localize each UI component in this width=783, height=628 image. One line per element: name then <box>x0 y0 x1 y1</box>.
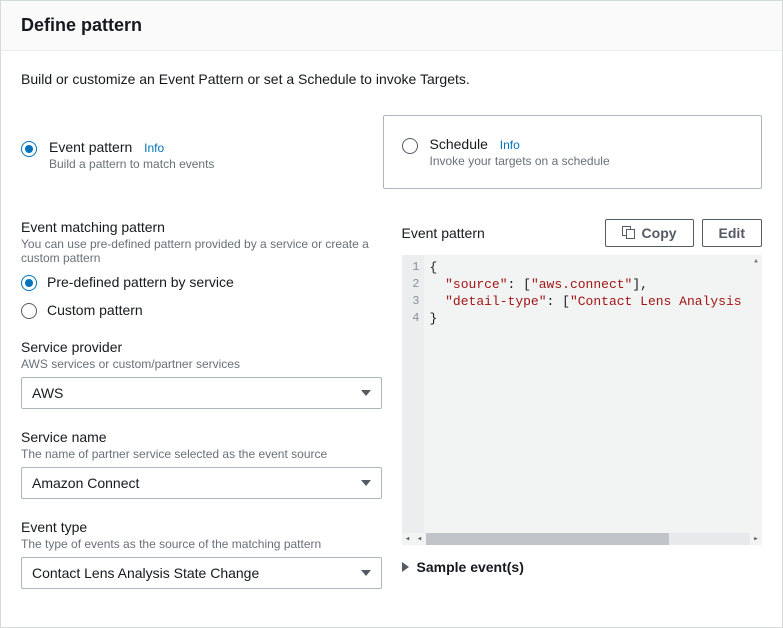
info-link[interactable]: Info <box>144 141 164 155</box>
right-column: Event pattern Copy Edit <box>402 219 763 589</box>
select-value: AWS <box>32 385 63 401</box>
scroll-left-icon-inner[interactable]: ◂ <box>414 533 426 545</box>
panel-header: Define pattern <box>1 1 782 51</box>
field-label: Event matching pattern <box>21 219 382 235</box>
pattern-type-tiles: Event pattern Info Build a pattern to ma… <box>21 115 762 189</box>
chevron-down-icon <box>361 570 371 576</box>
provider-select[interactable]: AWS <box>21 377 382 409</box>
horizontal-scrollbar[interactable]: ◂ ◂ ▸ <box>402 533 763 545</box>
event-type-select[interactable]: Contact Lens Analysis State Change <box>21 557 382 589</box>
code-gutter: 1234 <box>402 255 424 545</box>
code-content: { "source": ["aws.connect"], "detail-typ… <box>424 255 763 327</box>
define-pattern-panel: Define pattern Build or customize an Eve… <box>0 0 783 628</box>
vertical-scrollbar[interactable]: ▴ <box>750 255 762 533</box>
radio-label: Custom pattern <box>47 302 143 318</box>
tile-label: Event pattern <box>49 139 132 155</box>
scroll-thumb[interactable] <box>426 533 669 545</box>
select-value: Amazon Connect <box>32 475 139 491</box>
field-desc: You can use pre-defined pattern provided… <box>21 237 382 265</box>
info-link[interactable]: Info <box>500 138 520 152</box>
panel-title: Define pattern <box>21 15 762 36</box>
sample-events-label: Sample event(s) <box>417 559 524 575</box>
matching-pattern-group: Event matching pattern You can use pre-d… <box>21 219 382 319</box>
provider-group: Service provider AWS services or custom/… <box>21 339 382 409</box>
copy-icon <box>622 226 636 240</box>
tile-event-pattern[interactable]: Event pattern Info Build a pattern to ma… <box>21 115 363 171</box>
radio-icon <box>402 138 418 154</box>
scroll-track[interactable] <box>426 533 751 545</box>
tile-text: Event pattern Info Build a pattern to ma… <box>49 139 214 171</box>
copy-button[interactable]: Copy <box>605 219 694 247</box>
radio-label: Pre-defined pattern by service <box>47 274 234 290</box>
edit-button[interactable]: Edit <box>702 219 762 247</box>
tile-label: Schedule <box>430 136 488 152</box>
field-label: Service provider <box>21 339 382 355</box>
columns: Event matching pattern You can use pre-d… <box>21 219 762 589</box>
service-group: Service name The name of partner service… <box>21 429 382 499</box>
code-editor[interactable]: 1234 { "source": ["aws.connect"], "detai… <box>402 255 763 545</box>
tile-desc: Build a pattern to match events <box>49 157 214 171</box>
event-type-group: Event type The type of events as the sou… <box>21 519 382 589</box>
event-pattern-heading: Event pattern <box>402 225 485 241</box>
edit-label: Edit <box>719 225 745 241</box>
radio-icon <box>21 141 37 157</box>
chevron-down-icon <box>361 390 371 396</box>
field-desc: AWS services or custom/partner services <box>21 357 382 371</box>
scroll-left-icon[interactable]: ◂ <box>402 533 414 545</box>
event-pattern-buttons: Copy Edit <box>605 219 762 247</box>
radio-icon <box>21 303 37 319</box>
field-desc: The type of events as the source of the … <box>21 537 382 551</box>
caret-right-icon <box>402 562 409 572</box>
copy-label: Copy <box>642 225 677 241</box>
panel-body: Build or customize an Event Pattern or s… <box>1 51 782 609</box>
scroll-right-icon[interactable]: ▸ <box>750 533 762 545</box>
field-label: Service name <box>21 429 382 445</box>
field-desc: The name of partner service selected as … <box>21 447 382 461</box>
scroll-up-icon[interactable]: ▴ <box>750 255 762 267</box>
sample-events-expander[interactable]: Sample event(s) <box>402 559 763 575</box>
tile-desc: Invoke your targets on a schedule <box>430 154 610 168</box>
left-column: Event matching pattern You can use pre-d… <box>21 219 382 589</box>
service-select[interactable]: Amazon Connect <box>21 467 382 499</box>
select-value: Contact Lens Analysis State Change <box>32 565 259 581</box>
radio-custom[interactable]: Custom pattern <box>21 301 382 319</box>
event-pattern-header: Event pattern Copy Edit <box>402 219 763 247</box>
chevron-down-icon <box>361 480 371 486</box>
tile-text: Schedule Info Invoke your targets on a s… <box>430 136 610 168</box>
tile-schedule[interactable]: Schedule Info Invoke your targets on a s… <box>383 115 763 189</box>
radio-icon <box>21 275 37 291</box>
radio-predefined[interactable]: Pre-defined pattern by service <box>21 273 382 291</box>
field-label: Event type <box>21 519 382 535</box>
matching-radio-list: Pre-defined pattern by service Custom pa… <box>21 273 382 319</box>
intro-text: Build or customize an Event Pattern or s… <box>21 71 762 87</box>
